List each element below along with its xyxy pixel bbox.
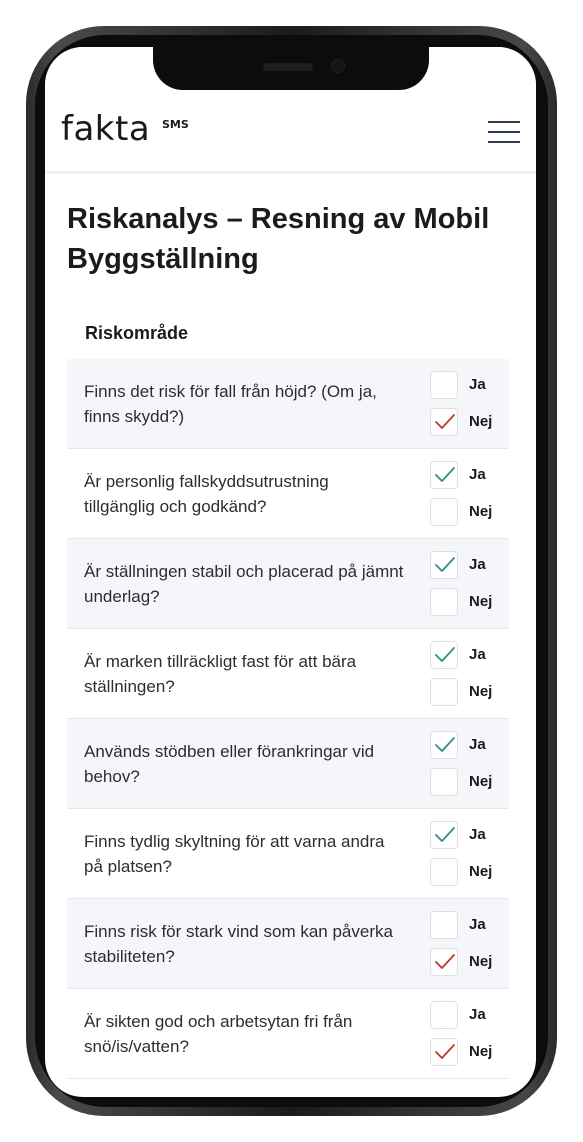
checkbox-yes[interactable]: [430, 731, 458, 759]
checkbox-no[interactable]: [430, 1038, 458, 1066]
option-label-yes: Ja: [469, 466, 486, 483]
option-label-yes: Ja: [469, 736, 486, 753]
risk-row: Används stödben eller förankringar vid b…: [67, 719, 509, 809]
checkbox-no[interactable]: [430, 678, 458, 706]
risk-question: Är ställningen stabil och placerad på jä…: [84, 562, 404, 606]
checkbox-no[interactable]: [430, 858, 458, 886]
option-label-yes: Ja: [469, 556, 486, 573]
risk-question: Används stödben eller förankringar vid b…: [84, 742, 375, 786]
risk-row: Är sikten god och arbetsytan fri från sn…: [67, 989, 509, 1079]
phone-notch: [153, 47, 429, 90]
risk-row: Finns risk för stark vind som kan påverk…: [67, 899, 509, 989]
risk-row: Finns det risk för fall från höjd? (Om j…: [67, 359, 509, 449]
checkbox-no[interactable]: [430, 948, 458, 976]
option-label-no: Nej: [469, 683, 493, 700]
page-title: Riskanalys – Resning av Mobil Byggställn…: [67, 203, 490, 275]
option-label-no: Nej: [469, 863, 493, 880]
option-label-no: Nej: [469, 413, 493, 430]
checkbox-yes[interactable]: [430, 641, 458, 669]
checkbox-yes[interactable]: [430, 461, 458, 489]
logo-superscript: SMS: [162, 118, 189, 131]
risk-row: Finns tydlig skyltning för att varna and…: [67, 809, 509, 899]
risk-row: Är marken tillräckligt fast för att bära…: [67, 629, 509, 719]
risk-question: Finns det risk för fall från höjd? (Om j…: [84, 382, 377, 426]
screen: fakta SMS Riskanalys – Resning av Mobil …: [45, 47, 536, 1097]
camera-icon: [331, 59, 345, 73]
checkbox-yes[interactable]: [430, 371, 458, 399]
section-label: Riskområde: [85, 323, 189, 343]
checkbox-yes[interactable]: [430, 911, 458, 939]
option-label-yes: Ja: [469, 376, 486, 393]
option-label-no: Nej: [469, 773, 493, 790]
hamburger-menu-icon[interactable]: [488, 121, 520, 143]
risk-question: Är sikten god och arbetsytan fri från sn…: [84, 1012, 353, 1056]
option-label-no: Nej: [469, 953, 493, 970]
risk-question: Är personlig fallskyddsutrustning tillgä…: [84, 472, 329, 516]
risk-question: Finns tydlig skyltning för att varna and…: [84, 832, 385, 876]
checkbox-no[interactable]: [430, 768, 458, 796]
option-label-yes: Ja: [469, 646, 486, 663]
checkbox-no[interactable]: [430, 408, 458, 436]
checkbox-no[interactable]: [430, 588, 458, 616]
checkbox-yes[interactable]: [430, 1001, 458, 1029]
risk-question: Är marken tillräckligt fast för att bära…: [84, 652, 357, 696]
speaker-grille: [263, 63, 313, 71]
risk-row: Är personlig fallskyddsutrustning tillgä…: [67, 449, 509, 539]
checkbox-no[interactable]: [430, 498, 458, 526]
checkbox-yes[interactable]: [430, 821, 458, 849]
option-label-no: Nej: [469, 593, 493, 610]
risk-question: Finns risk för stark vind som kan påverk…: [84, 922, 393, 966]
checkbox-yes[interactable]: [430, 551, 458, 579]
option-label-no: Nej: [469, 1043, 493, 1060]
option-label-yes: Ja: [469, 1006, 486, 1023]
risk-row: Är ställningen stabil och placerad på jä…: [67, 539, 509, 629]
option-label-yes: Ja: [469, 826, 486, 843]
option-label-yes: Ja: [469, 916, 486, 933]
logo[interactable]: fakta: [61, 109, 150, 149]
option-label-no: Nej: [469, 503, 493, 520]
